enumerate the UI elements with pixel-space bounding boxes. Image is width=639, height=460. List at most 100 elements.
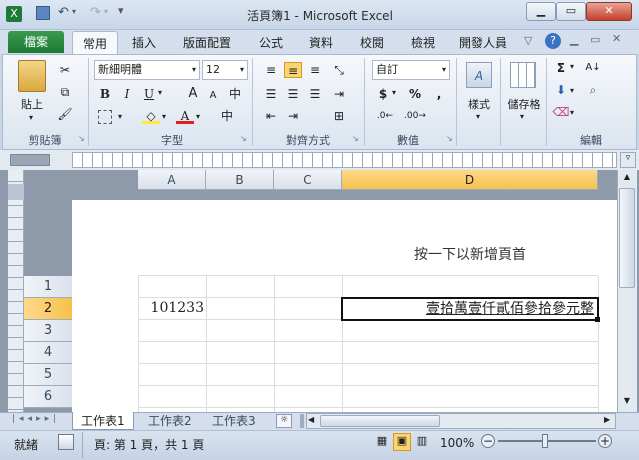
fill-color-dropdown-icon[interactable]: ▾ xyxy=(162,112,166,121)
merge-center-icon[interactable]: ⊞ xyxy=(330,108,348,124)
scroll-right-icon[interactable]: ▶ xyxy=(604,415,610,424)
fill-color-icon[interactable]: ◇ xyxy=(142,108,160,124)
ribbon-minimize-icon[interactable]: ▽ xyxy=(524,34,532,47)
orientation-icon[interactable]: ⤡ xyxy=(330,62,348,78)
doc-minimize-icon[interactable]: ▁ xyxy=(570,33,578,46)
column-header-a[interactable]: A xyxy=(138,170,206,190)
styles-icon[interactable]: A xyxy=(466,62,492,88)
excel-app-icon[interactable]: X xyxy=(6,6,22,22)
font-size-combo[interactable]: 12 ▾ xyxy=(202,60,248,80)
align-bottom-icon[interactable]: ≡ xyxy=(306,62,324,78)
phonetic-guide-icon[interactable]: 中 xyxy=(226,86,244,102)
grow-font-button[interactable]: A xyxy=(184,86,202,102)
help-icon[interactable]: ? xyxy=(545,33,561,49)
decrease-decimal-icon[interactable]: .00→ xyxy=(404,108,426,124)
align-middle-icon[interactable]: ≡ xyxy=(284,62,302,78)
underline-dropdown-icon[interactable]: ▾ xyxy=(158,88,162,97)
find-select-icon[interactable]: ⌕ xyxy=(584,82,602,98)
number-launcher-icon[interactable]: ↘ xyxy=(446,134,453,143)
cells-dropdown-icon[interactable]: ▾ xyxy=(520,112,524,121)
tab-developer[interactable]: 開發人員 xyxy=(459,34,507,51)
cut-icon[interactable]: ✂ xyxy=(56,62,74,78)
font-color-icon[interactable]: A xyxy=(176,108,194,124)
font-name-combo[interactable]: 新細明體 ▾ xyxy=(94,60,200,80)
column-header-d[interactable]: D xyxy=(342,170,598,190)
currency-dropdown-icon[interactable]: ▾ xyxy=(392,88,396,97)
fill-handle[interactable] xyxy=(595,317,600,322)
macro-record-icon[interactable] xyxy=(58,434,74,450)
zoom-slider-thumb[interactable] xyxy=(542,434,548,448)
font-name-dropdown-icon[interactable]: ▾ xyxy=(192,61,199,79)
row-header-6[interactable]: 6 xyxy=(24,386,72,408)
number-format-combo[interactable]: 自訂 ▾ xyxy=(372,60,450,80)
horizontal-ruler[interactable] xyxy=(72,152,617,168)
increase-decimal-icon[interactable]: .0← xyxy=(376,108,394,124)
scroll-down-icon[interactable]: ▼ xyxy=(619,396,635,410)
comma-button[interactable]: , xyxy=(430,86,448,102)
cell-a2[interactable]: 101233 xyxy=(138,300,204,316)
doc-close-icon[interactable]: ✕ xyxy=(612,32,621,45)
maximize-button[interactable]: ▭ xyxy=(556,2,586,21)
tab-formulas[interactable]: 公式 xyxy=(259,34,283,51)
zoom-in-icon[interactable]: + xyxy=(598,434,612,448)
increase-indent-icon[interactable]: ⇥ xyxy=(284,108,302,124)
align-right-icon[interactable]: ☰ xyxy=(306,86,324,102)
font-color-dropdown-icon[interactable]: ▾ xyxy=(196,112,200,121)
row-header-4[interactable]: 4 xyxy=(24,342,72,364)
fill-icon[interactable]: ⬇ xyxy=(552,82,570,98)
align-left-icon[interactable]: ☰ xyxy=(262,86,280,102)
alignment-launcher-icon[interactable]: ↘ xyxy=(352,134,359,143)
align-top-icon[interactable]: ≡ xyxy=(262,62,280,78)
save-icon[interactable] xyxy=(36,6,50,20)
currency-button[interactable]: $ xyxy=(374,86,392,102)
cell-d2[interactable]: 壹拾萬壹仟貳佰參拾參元整 xyxy=(341,297,599,321)
sheet-tab-1[interactable]: 工作表1 xyxy=(72,412,134,430)
minimize-button[interactable]: ▁ xyxy=(526,2,556,21)
font-size-dropdown-icon[interactable]: ▾ xyxy=(240,61,247,79)
sort-filter-icon[interactable]: A↓ xyxy=(584,60,602,76)
tab-split-handle[interactable] xyxy=(300,414,304,428)
paste-dropdown-icon[interactable]: ▾ xyxy=(29,113,33,122)
percent-button[interactable]: % xyxy=(406,86,424,102)
tab-insert[interactable]: 插入 xyxy=(132,34,156,51)
column-header-b[interactable]: B xyxy=(206,170,274,190)
redo-dropdown-icon[interactable]: ▾ xyxy=(104,7,108,16)
sheet-tab-2[interactable]: 工作表2 xyxy=(140,412,200,430)
paste-button-label[interactable]: 貼上 xyxy=(16,96,48,112)
styles-dropdown-icon[interactable]: ▾ xyxy=(476,112,480,121)
normal-view-icon[interactable]: ▦ xyxy=(374,434,390,450)
vertical-scroll-thumb[interactable] xyxy=(619,188,635,288)
vertical-ruler[interactable] xyxy=(8,170,24,412)
bold-button[interactable]: B xyxy=(96,86,114,102)
split-icon[interactable]: ▿ xyxy=(620,152,636,168)
page-layout-view-icon[interactable]: ▣ xyxy=(393,433,411,451)
borders-icon[interactable] xyxy=(98,110,112,124)
tab-data[interactable]: 資料 xyxy=(309,34,333,51)
autosum-dropdown-icon[interactable]: ▾ xyxy=(570,62,574,71)
borders-dropdown-icon[interactable]: ▾ xyxy=(118,112,122,121)
align-center-icon[interactable]: ☰ xyxy=(284,86,302,102)
zoom-out-icon[interactable]: − xyxy=(481,434,495,448)
cells-icon[interactable] xyxy=(510,62,536,88)
format-painter-icon[interactable]: 🖌 xyxy=(56,106,74,122)
tab-view[interactable]: 檢視 xyxy=(411,34,435,51)
styles-button-label[interactable]: 樣式 xyxy=(462,96,496,112)
clipboard-launcher-icon[interactable]: ↘ xyxy=(78,134,85,143)
sheet-tab-3[interactable]: 工作表3 xyxy=(204,412,264,430)
cells-button-label[interactable]: 儲存格 xyxy=(504,96,544,112)
number-format-dropdown-icon[interactable]: ▾ xyxy=(442,61,449,79)
undo-dropdown-icon[interactable]: ▾ xyxy=(72,7,76,16)
row-header-5[interactable]: 5 xyxy=(24,364,72,386)
wrap-text-icon[interactable]: ⇥ xyxy=(330,86,348,102)
autosum-icon[interactable]: Σ xyxy=(552,60,570,76)
row-header-2[interactable]: 2 xyxy=(24,298,72,320)
tab-file[interactable]: 檔案 xyxy=(8,31,64,53)
close-button[interactable]: ✕ xyxy=(586,2,632,21)
zoom-level[interactable]: 100% xyxy=(440,436,474,450)
clear-dropdown-icon[interactable]: ▾ xyxy=(570,108,574,117)
tab-review[interactable]: 校閱 xyxy=(360,34,384,51)
scroll-up-icon[interactable]: ▲ xyxy=(619,172,635,186)
fill-dropdown-icon[interactable]: ▾ xyxy=(570,86,574,95)
page-break-view-icon[interactable]: ▥ xyxy=(414,434,430,450)
clear-icon[interactable]: ⌫ xyxy=(552,104,570,120)
